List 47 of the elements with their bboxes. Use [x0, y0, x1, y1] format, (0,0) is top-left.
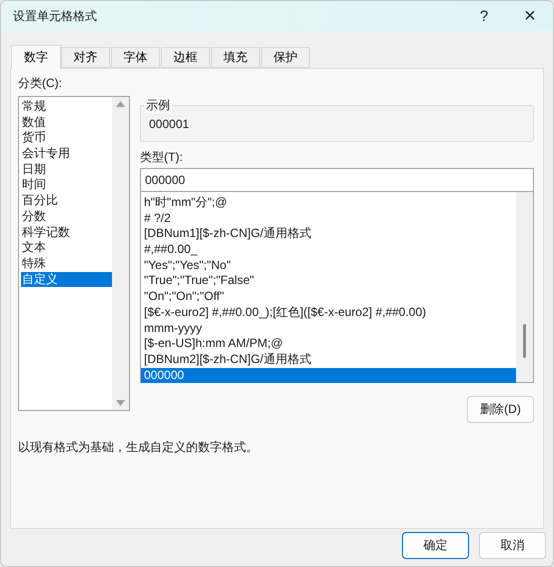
format-item[interactable]: mmm-yyyy: [141, 320, 516, 336]
format-item[interactable]: 000000: [141, 368, 516, 384]
category-item[interactable]: 百分比: [21, 193, 112, 209]
category-item[interactable]: 分数: [21, 208, 112, 224]
type-input-field[interactable]: 000000: [140, 168, 534, 192]
description-text: 以现有格式为基础，生成自定义的数字格式。: [18, 439, 259, 455]
ok-button[interactable]: 确定: [402, 532, 469, 559]
format-item[interactable]: h"时"mm"分";@: [141, 195, 516, 211]
tab[interactable]: 字体: [111, 47, 160, 68]
format-item[interactable]: [$€-x-euro2] #,##0.00_);[红色]([$€-x-euro2] #,##0.00): [141, 304, 516, 320]
type-label: 类型(T):: [140, 149, 184, 165]
category-label: 分类(C):: [18, 75, 63, 91]
scroll-thumb[interactable]: [523, 324, 526, 358]
format-item[interactable]: [$-en-US]h:mm AM/PM;@: [141, 336, 516, 352]
scroll-down-icon[interactable]: [116, 400, 125, 406]
format-item[interactable]: [DBNum2][$-zh-CN]G/通用格式: [141, 352, 516, 368]
tab[interactable]: 保护: [261, 47, 310, 68]
scrollbar[interactable]: [516, 192, 533, 382]
category-item[interactable]: 时间: [21, 177, 112, 194]
category-item[interactable]: 常规: [21, 99, 112, 115]
category-item[interactable]: 文本: [21, 240, 112, 256]
scroll-up-icon[interactable]: [116, 101, 125, 107]
delete-button[interactable]: 删除(D): [467, 396, 534, 423]
scrollbar[interactable]: [112, 97, 129, 410]
format-item[interactable]: #,##0.00_: [141, 242, 516, 258]
tab[interactable]: 边框: [161, 47, 210, 68]
help-button[interactable]: ?: [461, 1, 507, 31]
format-item[interactable]: # ?/2: [141, 210, 516, 226]
format-item[interactable]: "Yes";"Yes";"No": [141, 258, 516, 274]
category-item[interactable]: 会计专用: [21, 146, 112, 162]
category-item[interactable]: 自定义: [21, 272, 112, 288]
format-item[interactable]: "True";"True";"False": [141, 273, 516, 290]
tab[interactable]: 填充: [211, 47, 260, 68]
tab[interactable]: 数字: [11, 45, 61, 69]
category-item[interactable]: 日期: [21, 162, 112, 178]
window-title: 设置单元格格式: [13, 8, 98, 24]
sample-value: 000001: [149, 116, 190, 132]
cancel-button[interactable]: 取消: [479, 532, 546, 559]
category-item[interactable]: 数值: [21, 114, 112, 130]
format-item[interactable]: "On";"On";"Off": [141, 289, 516, 305]
category-item[interactable]: 货币: [21, 130, 112, 146]
category-item[interactable]: 特殊: [21, 256, 112, 272]
format-item[interactable]: [DBNum1][$-zh-CN]G/通用格式: [141, 226, 516, 242]
tab[interactable]: 对齐: [61, 47, 110, 68]
sample-label: 示例: [144, 97, 172, 113]
category-item[interactable]: 科学记数: [21, 224, 112, 240]
close-button[interactable]: ×: [507, 1, 553, 31]
